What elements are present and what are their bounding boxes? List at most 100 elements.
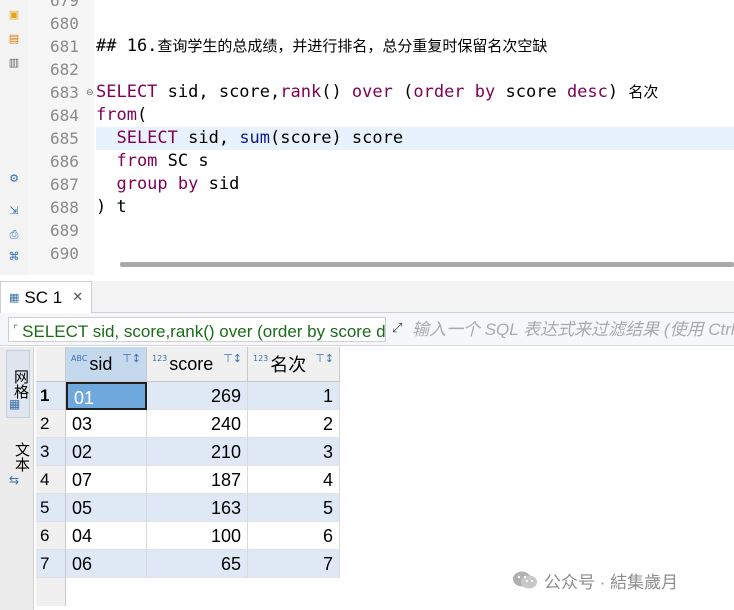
cell-sid[interactable]: 07 — [66, 466, 147, 494]
sql-text: ## 16. — [96, 36, 158, 56]
expand-icon[interactable]: ⤢ — [392, 321, 402, 336]
sql-text: ( — [392, 82, 414, 102]
close-icon[interactable]: ✕ — [72, 290, 83, 305]
filter-input[interactable] — [412, 317, 734, 342]
column-header-score[interactable]: 123 score ⊤↕ — [147, 347, 248, 382]
row-number[interactable]: 4 — [36, 466, 66, 494]
code-line[interactable]: ) t — [96, 196, 734, 219]
cell-score[interactable]: 240 — [147, 410, 248, 438]
cell-sid[interactable]: 04 — [66, 522, 147, 550]
text-view-label: 文本 — [13, 442, 30, 472]
sql-keyword: SELECT — [96, 82, 158, 102]
row-number[interactable]: 3 — [36, 438, 66, 466]
sql-keyword: desc — [566, 82, 608, 102]
view-switcher-panel: 网格 ▦ 文本 ⇆ — [0, 347, 34, 610]
sql-text: score — [495, 82, 567, 102]
code-line[interactable]: group by sid — [96, 173, 734, 196]
cell-rank[interactable]: 5 — [248, 494, 340, 522]
grid-icon: ▦ — [9, 397, 21, 411]
code-line[interactable] — [96, 219, 734, 242]
cell-score[interactable]: 65 — [147, 550, 248, 578]
sql-function: sum — [239, 128, 271, 148]
row-number[interactable]: 7 — [36, 550, 66, 578]
cell-rank[interactable]: 6 — [248, 522, 340, 550]
sql-keyword: group — [96, 174, 168, 194]
column-name: sid — [89, 353, 113, 374]
cell-sid[interactable]: 01 — [66, 382, 147, 410]
row-number[interactable]: 6 — [36, 522, 66, 550]
sql-keyword: by — [474, 82, 496, 102]
sql-text: sid — [198, 174, 240, 194]
cell-score[interactable]: 187 — [147, 466, 248, 494]
horizontal-scrollbar[interactable] — [120, 260, 734, 268]
cell-sid[interactable]: 06 — [66, 550, 147, 578]
sql-text: 查询学生的总成绩，并进行排名，总分重复时保留名次空缺 — [157, 37, 548, 55]
sort-filter-icon[interactable]: ⊤↕ — [315, 352, 334, 365]
code-line[interactable]: ## 16.查询学生的总成绩，并进行排名，总分重复时保留名次空缺 — [96, 35, 734, 58]
sort-filter-icon[interactable]: ⊤↕ — [223, 352, 242, 365]
sql-text: SC s — [157, 151, 209, 171]
cell-rank[interactable]: 7 — [248, 550, 340, 578]
watermark: 公众号 · 結集歲月 — [512, 568, 678, 592]
watermark-text: 公众号 · 結集歲月 — [544, 572, 679, 592]
sql-editor[interactable]: ▣ ▤ ▥ ⚙ ⇲ ⎙ ⌘ 679 680 681 682 683 684 685 686 68… — [0, 0, 734, 275]
sort-filter-icon[interactable]: ⊤↕ — [122, 352, 141, 365]
sql-text: ( — [136, 105, 148, 125]
explain-plan-icon[interactable]: ▤ — [7, 32, 21, 46]
cell-score[interactable]: 269 — [147, 382, 248, 410]
sql-keyword: from — [96, 151, 158, 171]
code-line[interactable]: from SC s — [96, 150, 734, 173]
row-number[interactable]: 5 — [36, 494, 66, 522]
column-header-sid[interactable]: ABC sid ⊤↕ — [66, 347, 147, 382]
sql-text: ) t — [96, 197, 127, 217]
line-number: 690 — [50, 244, 79, 263]
cell-sid[interactable]: 05 — [66, 494, 147, 522]
query-text-box[interactable]: ⌜ SELECT sid, score,rank() over (order b… — [8, 317, 386, 342]
sql-text: sid, — [177, 128, 240, 148]
settings-icon[interactable]: ⚙ — [7, 172, 21, 186]
cell-score[interactable]: 163 — [147, 494, 248, 522]
wechat-icon — [513, 571, 537, 589]
sql-keyword: rank — [280, 82, 322, 102]
cell-score[interactable]: 100 — [147, 522, 248, 550]
code-line[interactable]: SELECT sid, score,rank() over (order by … — [96, 81, 734, 104]
grid-empty-area — [340, 382, 734, 578]
type-badge: ABC — [71, 354, 88, 363]
tab-sc-1[interactable]: ▦ SC 1 ✕ — [0, 281, 92, 313]
scrollbar-thumb[interactable] — [120, 262, 734, 267]
fold-toggle-icon[interactable]: ⊖ — [86, 88, 94, 98]
row-number[interactable]: 2 — [36, 410, 66, 438]
cell-rank[interactable]: 2 — [248, 410, 340, 438]
line-number-gutter: 679 680 681 682 683 684 685 686 687 688 689 690 — [28, 0, 94, 275]
text-view-icon: ⇆ — [9, 473, 20, 487]
editor-icon-rail: ▣ ▤ ▥ ⚙ ⇲ ⎙ ⌘ — [0, 0, 28, 275]
document-icon[interactable]: ▥ — [7, 56, 21, 70]
code-line[interactable] — [96, 58, 734, 81]
row-number[interactable]: 1 — [36, 382, 66, 410]
grid-empty-row — [36, 578, 340, 610]
cell-rank[interactable]: 3 — [248, 438, 340, 466]
tab-label: SC 1 — [24, 287, 63, 307]
sql-keyword: over — [351, 82, 393, 102]
line-number: 680 — [50, 14, 79, 33]
cell-score[interactable]: 210 — [147, 438, 248, 466]
column-header-rank[interactable]: 123 名次 ⊤↕ — [248, 347, 340, 382]
grid-header: ABC sid ⊤↕ 123 score ⊤↕ 123 名次 ⊤↕ — [36, 347, 734, 382]
query-text: SELECT sid, score,rank() over (order by … — [22, 322, 386, 341]
cell-sid[interactable]: 02 — [66, 438, 147, 466]
export-icon[interactable]: ⇲ — [7, 204, 21, 218]
grid-view-label: 网格 — [12, 369, 29, 399]
file-icon[interactable]: ⎙ — [7, 228, 21, 242]
format-icon[interactable]: ⌘ — [7, 250, 21, 264]
cell-sid[interactable]: 03 — [66, 410, 147, 438]
cell-rank[interactable]: 4 — [248, 466, 340, 494]
sql-keyword: SELECT — [96, 128, 178, 148]
sql-text: (score) score — [270, 128, 404, 148]
code-line[interactable]: SELECT sid, sum(score) score — [96, 127, 734, 150]
cell-rank[interactable]: 1 — [248, 382, 340, 410]
run-script-icon[interactable]: ▣ — [7, 8, 21, 22]
table-icon: ▦ — [9, 291, 20, 304]
code-line[interactable]: from( — [96, 104, 734, 127]
